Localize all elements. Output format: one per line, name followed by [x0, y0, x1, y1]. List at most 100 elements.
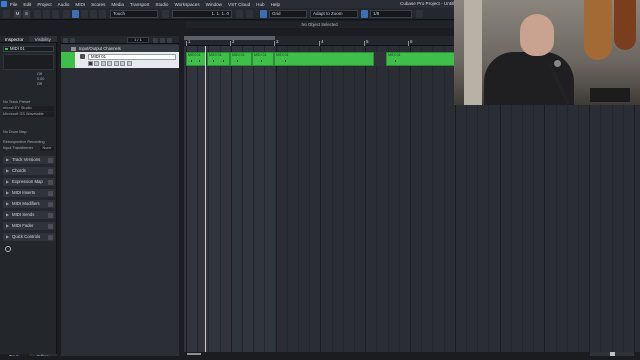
- read-automation-icon[interactable]: [43, 10, 50, 18]
- midi-part[interactable]: MIDI 01: [252, 52, 274, 66]
- track-controls-block[interactable]: [3, 54, 54, 70]
- edit-icon[interactable]: [48, 201, 53, 207]
- settings-gear-icon[interactable]: [5, 246, 11, 252]
- edit-icon[interactable]: [48, 190, 53, 196]
- position-display[interactable]: 1. 1. 1. 0: [172, 10, 232, 18]
- track-list-solo-icon[interactable]: [160, 37, 165, 43]
- section-midi-fader[interactable]: ▶ MIDI Fader: [3, 222, 55, 230]
- drum-map-field[interactable]: No Drum Map: [3, 130, 54, 135]
- section-midi-modifiers[interactable]: ▶ MIDI Modifiers: [3, 200, 55, 208]
- solo-button[interactable]: S: [23, 10, 30, 18]
- project-cursor[interactable]: [205, 46, 206, 352]
- inspector-track-name-label: MIDI 01: [10, 46, 25, 51]
- edit-icon[interactable]: [48, 168, 53, 174]
- ruler-bar-4: 4: [321, 39, 324, 44]
- track-solo-button[interactable]: [94, 61, 99, 66]
- track-monitor-button[interactable]: [107, 61, 112, 66]
- ruler[interactable]: 1 2 3 4 5 6: [184, 36, 454, 46]
- beat-grid-line: [298, 46, 299, 352]
- midi-output-field[interactable]: Microsoft GS Wavetable: [3, 112, 54, 117]
- pan-value[interactable]: Off: [3, 82, 54, 87]
- write-automation-icon[interactable]: [52, 10, 59, 18]
- track-edit-button[interactable]: [127, 61, 132, 66]
- track-list-empty-area[interactable]: [61, 68, 179, 356]
- edit-icon[interactable]: [48, 212, 53, 218]
- track-visibility-icon[interactable]: [70, 37, 75, 43]
- section-midi-sends[interactable]: ▶ MIDI Sends: [3, 211, 55, 219]
- midi-part[interactable]: MIDI 01: [207, 52, 230, 66]
- tab-inspector[interactable]: Inspector: [0, 36, 29, 43]
- edit-icon[interactable]: [48, 157, 53, 163]
- section-midi-inserts[interactable]: ▶ MIDI Inserts: [3, 189, 55, 197]
- menu-workspaces[interactable]: Workspaces: [174, 2, 199, 7]
- menu-midi[interactable]: MIDI: [75, 2, 85, 7]
- erase-tool-icon[interactable]: [99, 10, 106, 18]
- track-record-button[interactable]: [101, 61, 106, 66]
- quantize-icon[interactable]: [361, 10, 368, 18]
- edit-icon[interactable]: [48, 179, 53, 185]
- track-list-filter-icon[interactable]: [167, 37, 172, 43]
- snap-icon[interactable]: [236, 10, 243, 18]
- section-expression-map[interactable]: ▶ Expression Map: [3, 178, 55, 186]
- inspector-track-name[interactable]: MIDI 01: [3, 46, 54, 52]
- listen-icon[interactable]: [34, 10, 41, 18]
- section-quick-controls-label: Quick Controls: [12, 234, 41, 239]
- snap-on-icon[interactable]: [260, 10, 267, 18]
- menu-file[interactable]: File: [10, 2, 17, 7]
- section-track-versions[interactable]: ▶ Track Versions: [3, 156, 55, 164]
- menu-studio[interactable]: Studio: [155, 2, 168, 7]
- menu-edit[interactable]: Edit: [23, 2, 31, 7]
- autoscroll-icon[interactable]: [246, 10, 253, 18]
- folder-track-io[interactable]: Input/Output Channels: [61, 45, 179, 52]
- menu-hub[interactable]: Hub: [256, 2, 264, 7]
- section-chords[interactable]: ▶ Chords: [3, 167, 55, 175]
- track-read-button[interactable]: [114, 61, 119, 66]
- tab-visibility[interactable]: Visibility: [28, 36, 57, 43]
- menu-scores[interactable]: Scores: [91, 2, 105, 7]
- play-icon[interactable]: [162, 10, 169, 18]
- menu-vst-cloud[interactable]: VST Cloud: [228, 2, 250, 7]
- edit-icon[interactable]: [48, 223, 53, 229]
- beat-grid-line: [387, 46, 389, 352]
- menu-media[interactable]: Media: [111, 2, 124, 7]
- midi-note: [199, 60, 200, 62]
- edit-icon[interactable]: [48, 234, 53, 240]
- inspector-toggle-icon[interactable]: [3, 10, 10, 18]
- select-tool-icon[interactable]: [63, 10, 70, 18]
- menu-window[interactable]: Window: [206, 2, 222, 7]
- midi-input-field[interactable]: microKEY Studio: [3, 106, 54, 111]
- ruler-bar-6: 6: [410, 39, 413, 44]
- section-midi-inserts-label: MIDI Inserts: [12, 190, 36, 195]
- split-tool-icon[interactable]: [81, 10, 88, 18]
- mute-button[interactable]: M: [14, 10, 21, 18]
- menu-audio[interactable]: Audio: [58, 2, 70, 7]
- track-write-button[interactable]: [120, 61, 125, 66]
- midi-part[interactable]: MIDI 01: [186, 52, 206, 66]
- midi-part-label: MIDI 01: [232, 53, 245, 57]
- beat-grid-line: [432, 46, 434, 352]
- midi-part[interactable]: MIDI 01: [230, 52, 252, 66]
- scrollbar-thumb[interactable]: [187, 353, 201, 355]
- glue-tool-icon[interactable]: [90, 10, 97, 18]
- automation-mode-select[interactable]: Touch: [110, 10, 158, 18]
- menu-help[interactable]: Help: [271, 2, 280, 7]
- cycle-range[interactable]: [184, 36, 275, 40]
- menu-project[interactable]: Project: [37, 2, 51, 7]
- add-track-icon[interactable]: [63, 37, 68, 43]
- quantize-select[interactable]: 1/8: [370, 10, 412, 18]
- track-preset-field[interactable]: No Track Preset: [3, 100, 54, 105]
- section-quick-controls[interactable]: ▶ Quick Controls: [3, 233, 55, 241]
- snap-type-select[interactable]: Grid: [269, 10, 307, 18]
- track-list-mute-icon[interactable]: [153, 37, 158, 43]
- midi-note: [261, 60, 262, 62]
- track-mute-button[interactable]: [88, 61, 93, 66]
- color-icon[interactable]: [416, 10, 423, 18]
- midi-note: [395, 60, 396, 62]
- range-tool-icon[interactable]: [72, 10, 79, 18]
- track-name-field[interactable]: MIDI 01: [88, 54, 176, 60]
- snap-mode-select[interactable]: Adapt to Zoom: [310, 10, 358, 18]
- input-transformer-select[interactable]: None: [40, 146, 54, 151]
- menu-transport[interactable]: Transport: [130, 2, 150, 7]
- midi-part[interactable]: MIDI 01: [274, 52, 374, 66]
- track-row-midi-01[interactable]: MIDI 01: [61, 52, 179, 68]
